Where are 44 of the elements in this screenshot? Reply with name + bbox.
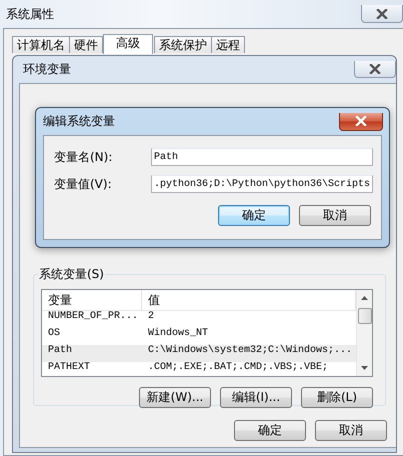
input-field[interactable]: .python36;D:\Python\python36\Scripts [151,175,373,193]
close-icon [355,116,367,126]
variable-name: OS [47,328,62,341]
tab[interactable]: 高级 [103,34,153,54]
group-label: 系统变量(S) [38,266,105,283]
dialog-button[interactable]: 取消 [315,420,387,441]
close-button[interactable] [354,61,396,78]
scroll-up-icon[interactable] [361,296,368,300]
variable-name: Path [47,345,74,358]
list-row[interactable]: OS Windows_NT [42,328,356,345]
close-button[interactable] [339,112,383,130]
field-label: 变量名(N): [54,148,112,166]
variable-value: 2 [147,311,156,324]
close-icon [376,8,388,18]
list-row[interactable]: NUMBER_OF_PR... 2 [42,311,356,328]
column-header[interactable]: 值 [142,290,356,311]
list-button[interactable]: 删除(L) [301,387,373,408]
scroll-down-icon[interactable] [361,366,368,370]
window-title: 系统属性 [6,6,54,22]
column-header[interactable]: 变量 [42,290,142,311]
variable-value: Windows_NT [147,328,210,341]
variable-value: C:\Windows\system32;C:\Windows;... [147,345,354,358]
input-field[interactable]: Path [151,148,373,166]
tab[interactable]: 硬件 [69,36,103,53]
field-label: 变量值(V): [54,176,112,192]
list-button[interactable]: 新建(W)... [139,387,211,408]
tab[interactable]: 系统保护 [154,36,212,53]
close-button[interactable] [361,5,403,23]
variable-value: .COM;.EXE;.BAT;.CMD;.VBS;.VBE; [147,362,330,375]
dialog-button[interactable]: 确定 [234,420,306,441]
close-icon [369,64,381,74]
scroll-thumb[interactable] [358,308,372,324]
dialog-button[interactable]: 取消 [299,205,371,226]
variable-name: NUMBER_OF_PR... [47,311,140,324]
list-row[interactable]: PATHEXT .COM;.EXE;.BAT;.CMD;.VBS;.VBE; [42,362,356,376]
tab[interactable]: 计算机名 [12,36,70,53]
dialog-button[interactable]: 确定 [218,205,290,226]
dialog-title: 编辑系统变量 [43,113,115,130]
list-button[interactable]: 编辑(I)... [220,387,292,408]
list-row[interactable]: Path C:\Windows\system32;C:\Windows;... [42,345,356,362]
scrollbar[interactable] [356,290,372,376]
tab[interactable]: 远程 [211,36,245,53]
variable-name: PATHEXT [47,362,92,375]
dialog-title: 环境变量 [23,61,71,78]
